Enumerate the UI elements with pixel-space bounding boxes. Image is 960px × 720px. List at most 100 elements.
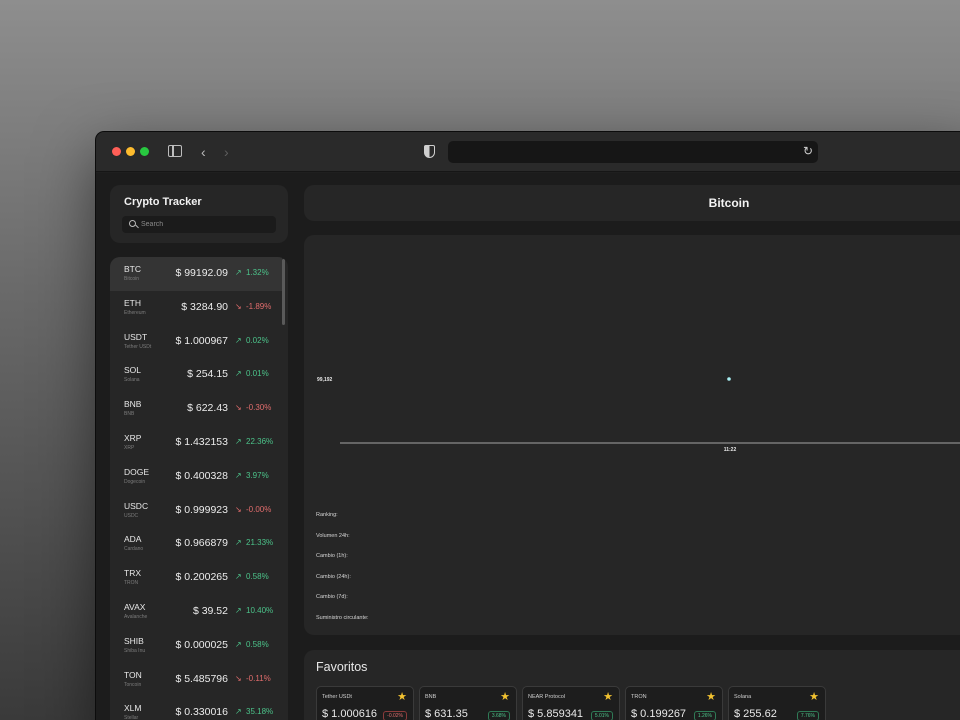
app-content: Crypto Tracker BTC Bitcoin $ 99192.09 ↗ 1.32… (96, 173, 960, 720)
coin-symbol: XRP (124, 433, 142, 443)
search-box[interactable] (122, 216, 276, 233)
stat-label: Cambio (1h): (316, 553, 348, 560)
coin-row-doge[interactable]: DOGE Dogecoin $ 0.400328 ↗ 3.97% (110, 460, 282, 494)
detail-header: Bitcoin (304, 185, 960, 221)
address-bar[interactable]: ↻ (448, 141, 818, 163)
coin-symbol: BTC (124, 264, 141, 274)
coin-change-value: 3.97% (246, 470, 269, 480)
coin-name: Cardano (124, 546, 144, 553)
coin-symbol: XLM (124, 703, 142, 714)
coin-row-ada[interactable]: ADA Cardano $ 0.966879 ↗ 21.33% (110, 527, 282, 561)
favorite-card[interactable]: BNB ★ $ 631.35 3.68% (419, 686, 517, 720)
star-icon[interactable]: ★ (809, 690, 819, 703)
coin-change-value: 0.58% (246, 639, 269, 649)
coin-row-shib[interactable]: SHIB Shiba Inu $ 0.000025 ↗ 0.58% (110, 629, 282, 663)
close-window-button[interactable] (112, 147, 121, 156)
trend-down-icon: ↘ (235, 301, 242, 311)
coin-price: $ 39.52 (192, 605, 228, 617)
coin-price: $ 99192.09 (175, 267, 228, 279)
coin-change: ↗ 22.36% (235, 437, 273, 446)
coin-symbol: BNB (124, 399, 142, 410)
coin-change-value: 22.36% (246, 437, 274, 446)
reload-icon[interactable]: ↻ (803, 144, 813, 158)
coin-row-usdt[interactable]: USDT Tether USDt $ 1.000967 ↗ 0.02% (110, 325, 282, 359)
coin-symbol: SHIB (124, 635, 144, 646)
star-icon[interactable]: ★ (603, 690, 613, 703)
back-icon[interactable]: ‹ (201, 144, 206, 160)
coin-name: Tether USDt (124, 343, 152, 350)
trend-up-icon: ↗ (235, 606, 242, 615)
coin-row-trx[interactable]: TRX TRON $ 0.200265 ↗ 0.58% (110, 561, 282, 595)
coin-name: Stellar (124, 715, 139, 720)
favorite-card[interactable]: Tether USDt ★ $ 1.000616 -0.02% (316, 686, 414, 720)
coin-change-value: 10.40% (246, 606, 274, 615)
coin-change: ↘ -0.11% (235, 674, 271, 683)
favorite-name: BNB (425, 694, 437, 700)
coin-change: ↗ 0.58% (235, 640, 269, 649)
coin-stats: Ranking: Volumen 24h: Cambio (1h): Cambio (… (316, 512, 369, 636)
coin-change-value: -0.11% (246, 673, 271, 683)
favorite-price: $ 631.35 (425, 708, 468, 720)
star-icon[interactable]: ★ (500, 690, 510, 703)
coin-name: Solana (124, 377, 140, 384)
search-input[interactable] (141, 218, 271, 231)
coin-row-sol[interactable]: SOL Solana $ 254.15 ↗ 0.01% (110, 358, 282, 392)
price-chart: 99,192 11:22 (317, 377, 960, 453)
coin-row-avax[interactable]: AVAX Avalanche $ 39.52 ↗ 10.40% (110, 595, 282, 629)
trend-up-icon: ↗ (235, 572, 242, 582)
coin-symbol: USDT (124, 331, 148, 342)
coin-row-btc[interactable]: BTC Bitcoin $ 99192.09 ↗ 1.32% (110, 257, 282, 291)
coin-symbol: DOGE (124, 466, 150, 477)
coin-change: ↗ 35.18% (235, 707, 273, 716)
sidebar-header: Crypto Tracker (110, 185, 288, 243)
coin-row-xlm[interactable]: XLM Stellar $ 0.330016 ↗ 35.18% (110, 696, 282, 720)
favorite-card[interactable]: NEAR Protocol ★ $ 5.859341 5.01% (522, 686, 620, 720)
star-icon[interactable]: ★ (397, 690, 407, 703)
coin-name: Shiba Inu (124, 647, 146, 654)
coin-name: Bitcoin (124, 276, 140, 282)
coin-row-eth[interactable]: ETH Ethereum $ 3284.90 ↘ -1.89% (110, 291, 282, 325)
coin-price: $ 1.000967 (175, 334, 228, 347)
coin-change: ↗ 21.33% (235, 538, 273, 547)
coin-name: Dogecoin (124, 478, 146, 485)
coin-change: ↘ -0.00% (235, 505, 271, 514)
coin-list: BTC Bitcoin $ 99192.09 ↗ 1.32% ETH Ethereum $ 3… (110, 257, 288, 720)
coin-change: ↗ 10.40% (235, 606, 273, 615)
favorite-change-badge: 1.26% (693, 711, 716, 720)
coin-change-value: 1.32% (246, 268, 269, 277)
coin-change: ↗ 3.97% (235, 471, 269, 480)
scrollbar[interactable] (282, 259, 285, 325)
coin-name: USDC (124, 512, 139, 519)
coin-change: ↘ -1.89% (235, 302, 271, 311)
trend-down-icon: ↘ (235, 673, 242, 683)
coin-price: $ 3284.90 (181, 300, 228, 313)
app-title: Crypto Tracker (124, 196, 202, 208)
sidebar-toggle-icon[interactable] (168, 145, 182, 157)
shield-icon[interactable] (424, 145, 435, 158)
trend-up-icon: ↗ (235, 470, 242, 480)
favorite-card[interactable]: TRON ★ $ 0.199267 1.26% (625, 686, 723, 720)
coin-row-xrp[interactable]: XRP XRP $ 1.432153 ↗ 22.36% (110, 426, 282, 460)
coin-row-ton[interactable]: TON Toncoin $ 5.485796 ↘ -0.11% (110, 663, 282, 697)
minimize-window-button[interactable] (126, 147, 135, 156)
coin-row-bnb[interactable]: BNB BNB $ 622.43 ↘ -0.30% (110, 392, 282, 426)
y-tick-label: 99,192 (317, 377, 333, 383)
favorite-name: TRON (631, 694, 647, 700)
coin-price: $ 0.200265 (175, 571, 228, 584)
favorite-price: $ 1.000616 (322, 708, 378, 720)
data-point (727, 377, 731, 381)
coin-change: ↗ 0.01% (235, 369, 269, 378)
x-tick-label: 11:22 (724, 447, 737, 453)
favorite-card[interactable]: Solana ★ $ 255.62 7.76% (728, 686, 826, 720)
favorites-title: Favoritos (316, 660, 368, 674)
star-icon[interactable]: ★ (706, 690, 716, 703)
coin-row-usdc[interactable]: USDC USDC $ 0.999923 ↘ -0.00% (110, 494, 282, 528)
browser-window: ‹ › ↻ Crypto Tracker BTC Bitcoin $ 99192.0… (96, 132, 960, 720)
coin-change: ↗ 0.58% (235, 572, 269, 581)
favorites-panel: Favoritos Tether USDt ★ $ 1.000616 -0.02% BN… (304, 650, 960, 720)
forward-icon[interactable]: › (224, 144, 229, 160)
zoom-window-button[interactable] (140, 147, 149, 156)
coin-symbol: ADA (124, 534, 142, 545)
coin-symbol: SOL (124, 365, 142, 376)
coin-change-value: 0.58% (246, 572, 269, 582)
